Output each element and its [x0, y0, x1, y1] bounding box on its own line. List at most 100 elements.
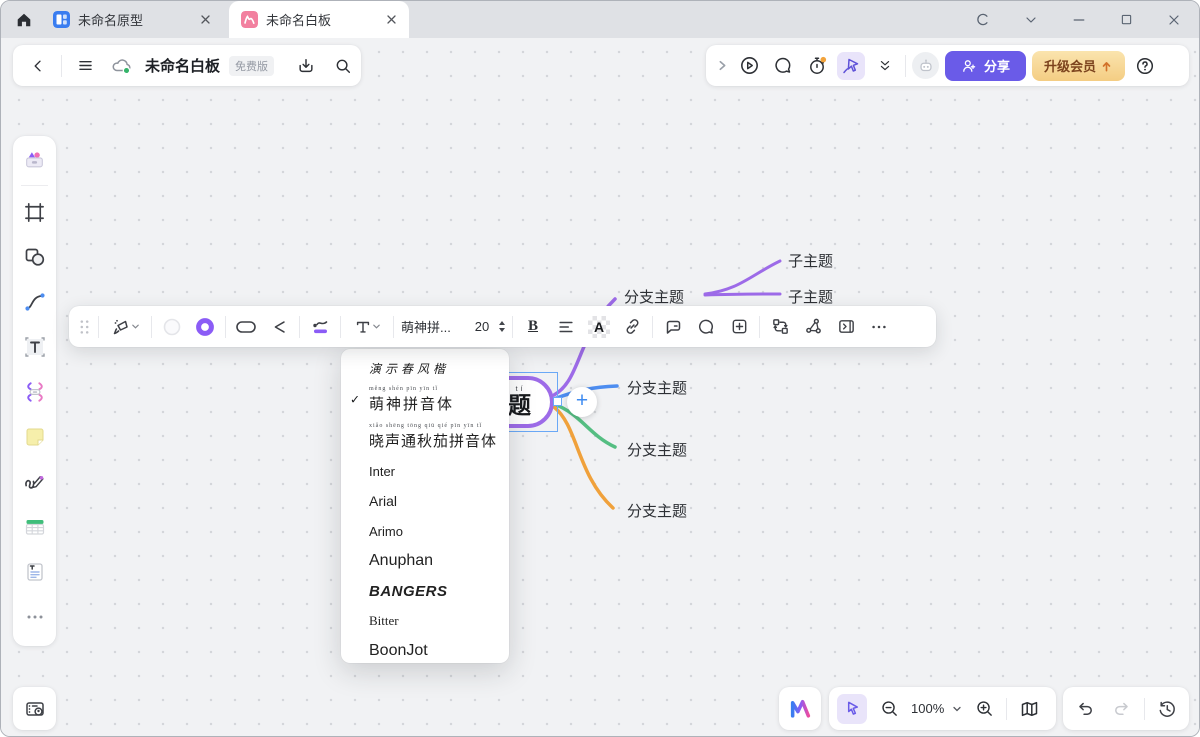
zoom-level[interactable]: 100% — [911, 701, 944, 716]
refresh-icon[interactable] — [974, 11, 991, 28]
font-option[interactable]: 演示春风楷 — [341, 354, 509, 382]
branch-topic-label[interactable]: 分支主题 — [624, 286, 684, 307]
select-tool-button[interactable] — [837, 694, 867, 724]
zoom-out-button[interactable] — [875, 695, 903, 723]
node-shape-button[interactable] — [233, 314, 259, 340]
font-color-button[interactable]: A — [586, 314, 612, 340]
search-button[interactable] — [329, 52, 357, 80]
close-window-icon[interactable] — [1166, 12, 1182, 28]
font-family-select[interactable]: 萌神拼... — [401, 317, 465, 336]
align-button[interactable] — [553, 314, 579, 340]
add-branch-button[interactable]: + — [567, 387, 597, 417]
minimap-panel-button[interactable] — [13, 687, 56, 730]
present-button[interactable] — [735, 52, 763, 80]
whiteboard-canvas[interactable]: 分支主题 分支主题 分支主题 分支主题 子主题 子主题 zhǔ tí 主题 + — [1, 38, 1200, 737]
border-color-button[interactable] — [192, 314, 218, 340]
selection-handle[interactable] — [553, 397, 562, 406]
font-option[interactable]: Anuphan — [341, 546, 509, 576]
text-style-button[interactable] — [348, 314, 386, 340]
sticky-note-tool[interactable] — [21, 423, 49, 451]
quick-style-button[interactable] — [106, 314, 144, 340]
bold-B: B — [528, 318, 538, 335]
ai-assistant-avatar[interactable] — [912, 52, 939, 79]
close-tab-icon[interactable] — [386, 14, 397, 25]
font-option[interactable]: xiǎo shēng tōng qiū qié pīn yīn tǐ 晓声通秋茄… — [341, 418, 509, 456]
connector-tool[interactable] — [21, 288, 49, 316]
laser-pointer-icon — [841, 56, 861, 76]
comments-button[interactable] — [769, 52, 797, 80]
version-history-button[interactable] — [1153, 695, 1181, 723]
chevron-down-icon[interactable] — [1023, 12, 1039, 28]
minimize-icon[interactable] — [1071, 12, 1087, 28]
font-option[interactable]: BoonJot — [341, 636, 509, 663]
font-size-value[interactable]: 20 — [472, 319, 492, 334]
sticky-note-icon — [23, 425, 47, 449]
timer-button[interactable] — [803, 52, 831, 80]
help-button[interactable] — [1131, 52, 1159, 80]
sub-topic-label[interactable]: 子主题 — [788, 250, 833, 271]
collapse-chevron-right-icon[interactable] — [716, 59, 729, 72]
branch-topic-label[interactable]: 分支主题 — [627, 439, 687, 460]
bubble-button[interactable] — [693, 314, 719, 340]
branch-color-button[interactable] — [307, 314, 333, 340]
font-option[interactable]: BANGERS — [341, 576, 509, 606]
bold-button[interactable]: B — [520, 314, 546, 340]
close-tab-icon[interactable] — [200, 14, 211, 25]
font-option[interactable]: Inter — [341, 456, 509, 486]
more-tools[interactable] — [21, 603, 49, 631]
add-node-button[interactable] — [726, 314, 752, 340]
templates-tool[interactable] — [21, 145, 49, 173]
share-person-icon — [961, 58, 977, 74]
tab-untitled-prototype[interactable]: 未命名原型 — [41, 1, 223, 38]
zoom-chevron-icon[interactable] — [952, 704, 962, 714]
text-tool[interactable] — [21, 333, 49, 361]
back-button[interactable] — [24, 52, 52, 80]
zoom-in-button[interactable] — [970, 695, 998, 723]
comment-button[interactable] — [660, 314, 686, 340]
app-logo-button[interactable] — [779, 687, 821, 730]
app-window: 未命名原型 未命名白板 — [0, 0, 1200, 737]
sub-topic-label[interactable]: 子主题 — [788, 286, 833, 307]
share-nodes-button[interactable] — [800, 314, 826, 340]
frame-tool[interactable] — [21, 198, 49, 226]
branch-topic-label[interactable]: 分支主题 — [627, 500, 687, 521]
collapse-toolbar-button[interactable] — [871, 52, 899, 80]
relation-button[interactable] — [767, 314, 793, 340]
undo-button[interactable] — [1071, 695, 1099, 723]
board-doc-icon — [241, 11, 258, 28]
tab-untitled-board[interactable]: 未命名白板 — [229, 1, 409, 38]
font-option[interactable]: Arimo — [341, 516, 509, 546]
upgrade-button[interactable]: 升级会员 — [1032, 51, 1125, 81]
tab-label: 未命名原型 — [78, 10, 192, 29]
maximize-icon[interactable] — [1119, 12, 1134, 27]
fill-color-button[interactable] — [159, 314, 185, 340]
laser-pointer-button[interactable] — [837, 52, 865, 80]
font-option[interactable]: Bitter — [341, 606, 509, 636]
document-title[interactable]: 未命名白板 — [145, 55, 220, 76]
branch-style-button[interactable] — [266, 314, 292, 340]
table-icon — [23, 515, 47, 539]
shapes-tool[interactable] — [21, 243, 49, 271]
board-pin-icon — [24, 698, 46, 720]
main-menu-button[interactable] — [71, 52, 99, 80]
drag-handle[interactable] — [78, 318, 91, 336]
open-panel-button[interactable] — [833, 314, 859, 340]
font-option[interactable]: Arial — [341, 486, 509, 516]
share-button[interactable]: 分享 — [945, 51, 1026, 81]
pen-tool[interactable] — [21, 468, 49, 496]
mindmap-tool[interactable] — [21, 378, 49, 406]
check-icon: ✓ — [350, 393, 362, 408]
link-button[interactable] — [619, 314, 645, 340]
document-tool[interactable] — [21, 558, 49, 586]
redo-button[interactable] — [1107, 695, 1135, 723]
branch-style-icon — [270, 318, 288, 336]
font-size-stepper[interactable] — [499, 321, 505, 332]
minimap-button[interactable] — [1015, 695, 1043, 723]
table-tool[interactable] — [21, 513, 49, 541]
export-button[interactable] — [292, 52, 320, 80]
font-option-selected[interactable]: ✓ měng shén pīn yīn tǐ 萌神拼音体 — [341, 382, 509, 418]
branch-topic-label[interactable]: 分支主题 — [627, 377, 687, 398]
home-button[interactable] — [13, 9, 35, 31]
more-options-button[interactable] — [866, 314, 892, 340]
border-color-ring-icon — [195, 317, 215, 337]
